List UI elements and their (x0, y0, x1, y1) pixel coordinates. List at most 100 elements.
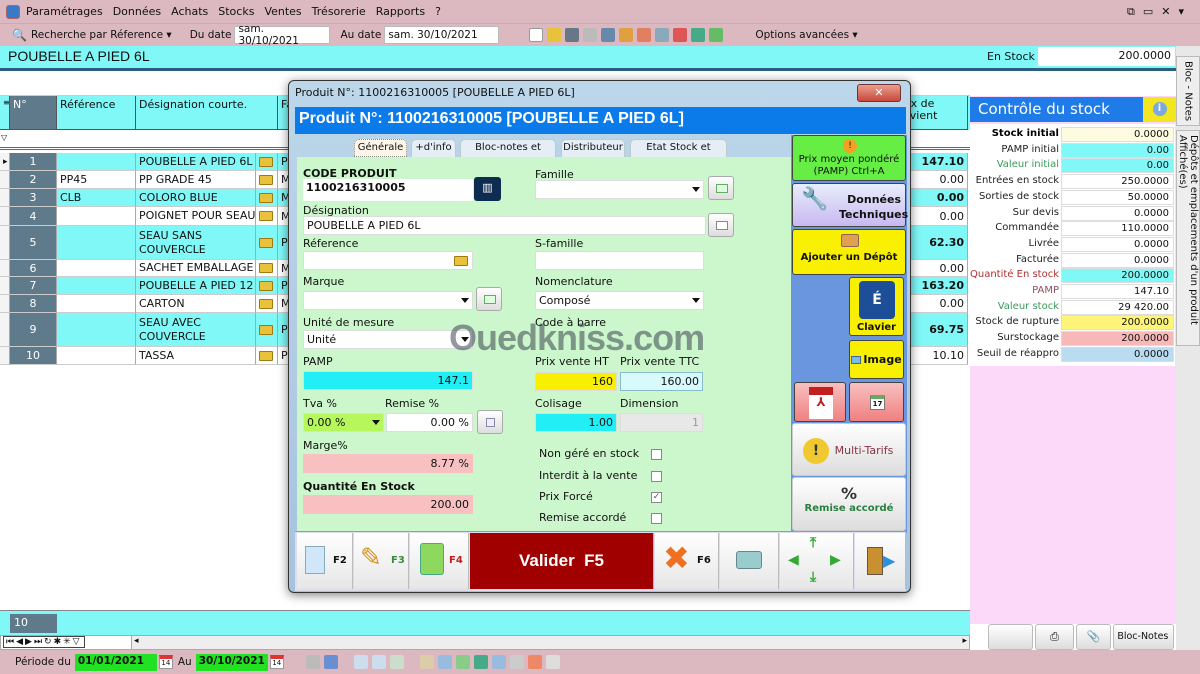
calculator-icon[interactable] (655, 28, 670, 42)
famille-select[interactable] (535, 180, 704, 199)
header-designation[interactable]: Désignation courte. (136, 96, 278, 130)
multi-tarifs-button[interactable]: ! Multi-Tarifs (792, 423, 906, 476)
donnees-techniques-button[interactable]: 🔧 Données Techniques (792, 183, 908, 227)
refresh-icon[interactable] (709, 28, 724, 42)
menu-stocks[interactable]: Stocks (218, 5, 254, 18)
marque-select[interactable] (303, 291, 473, 310)
tab-plus-info[interactable]: +d'info (411, 139, 456, 157)
reference-input[interactable] (303, 251, 473, 270)
interdit-checkbox[interactable] (651, 471, 662, 482)
tab-depots[interactable]: Dépôts et emplacements d'un produit Affi… (1176, 130, 1200, 346)
excel-icon[interactable] (473, 655, 488, 669)
folder-icon[interactable] (454, 256, 468, 266)
menu-ventes[interactable]: Ventes (264, 5, 301, 18)
horizontal-scrollbar[interactable]: ◂ ▸ (131, 636, 969, 649)
menu-achats[interactable]: Achats (171, 5, 208, 18)
advanced-options-dropdown[interactable]: Options avancées ▾ (755, 29, 857, 41)
dimension-input[interactable]: 1 (620, 413, 703, 432)
paste-icon[interactable] (419, 655, 434, 669)
menu-donnees[interactable]: Données (113, 5, 161, 18)
cancel-f6-button[interactable]: ✖ F6 (655, 533, 719, 589)
folder-icon[interactable] (259, 350, 273, 361)
calculator-button[interactable] (988, 624, 1033, 650)
save-icon[interactable] (323, 655, 338, 669)
folder-icon[interactable] (259, 174, 273, 185)
rows-icon[interactable] (371, 655, 386, 669)
last-record-icon[interactable]: ⤓ (810, 569, 816, 585)
nomenclature-select[interactable]: Composé (535, 291, 704, 310)
print-icon[interactable] (305, 655, 320, 669)
menu-rapports[interactable]: Rapports (376, 5, 425, 18)
pdf-button[interactable]: ⅄ (794, 382, 846, 422)
tools-icon[interactable] (601, 28, 616, 42)
print-button[interactable]: ⎙ (1034, 624, 1075, 650)
folder-icon[interactable] (259, 211, 273, 221)
delete-f4-button[interactable]: F4 (410, 533, 469, 589)
pdf-icon[interactable] (673, 28, 688, 42)
print-icon[interactable] (583, 28, 598, 42)
column-chooser-icon[interactable]: ≡ (0, 96, 10, 130)
print-button[interactable] (720, 533, 779, 589)
pvht-input[interactable]: 160 (535, 372, 617, 391)
columns-icon[interactable] (353, 655, 368, 669)
user-icon[interactable] (619, 28, 634, 42)
pvttc-input[interactable]: 160.00 (620, 372, 703, 391)
remise-input[interactable]: 0.00 % (386, 413, 473, 432)
image-button[interactable]: Image (849, 340, 904, 379)
menu-parametrages[interactable]: Paramétrages (26, 5, 103, 18)
sfamille-input[interactable] (535, 251, 704, 270)
folder-icon[interactable] (259, 298, 273, 309)
pamp-input[interactable]: 147.1 (303, 371, 473, 390)
award-icon[interactable] (527, 655, 542, 669)
code-input[interactable]: 1100216310005 (303, 179, 473, 201)
famille-list-button[interactable] (708, 176, 734, 200)
books-icon[interactable] (455, 655, 470, 669)
marge-input[interactable]: 8.77 % (303, 454, 473, 473)
ajouter-depot-button[interactable]: Ajouter un Dépôt (792, 229, 906, 275)
menu-tresorerie[interactable]: Trésorerie (312, 5, 366, 18)
record-navigation-buttons[interactable]: ⏮◀▶⏭↻✱✳▽ (3, 636, 85, 648)
close-button[interactable]: ✕ (857, 84, 901, 102)
unite-select[interactable]: Unité (303, 330, 473, 349)
info-icon[interactable]: i (1143, 97, 1176, 122)
from-date-input[interactable]: sam. 30/10/2021 (234, 23, 331, 47)
calendar-button[interactable]: 17 (849, 382, 904, 422)
list-icon[interactable] (545, 655, 560, 669)
new-icon[interactable] (529, 28, 544, 42)
attachment-button[interactable]: 📎 (1076, 624, 1112, 650)
qte-input[interactable]: 200.00 (303, 495, 473, 514)
tab-distributeur[interactable]: Distributeur (561, 139, 625, 157)
tab-bloc-notes[interactable]: Bloc - Notes (1176, 56, 1200, 126)
period-to-input[interactable]: 30/10/2021 (195, 653, 268, 671)
folder-icon[interactable] (259, 263, 273, 273)
header-no[interactable]: N° (10, 96, 57, 130)
remise-accorde-button[interactable]: % Remise accordé (792, 477, 906, 531)
bloc-notes-button[interactable]: Bloc-Notes (1113, 624, 1175, 650)
binoculars-icon[interactable] (565, 28, 580, 42)
windows-icon[interactable] (389, 655, 404, 669)
colisage-input[interactable]: 1.00 (535, 413, 617, 432)
barcode-icon[interactable]: ▥ (474, 177, 501, 201)
edit-f3-button[interactable]: ✎ F3 (354, 533, 409, 589)
menu-help[interactable]: ? (435, 5, 441, 18)
folder-icon[interactable] (259, 324, 273, 335)
calendar-icon[interactable]: 14 (269, 655, 284, 669)
remise-details-button[interactable] (477, 410, 503, 434)
search-mode-dropdown[interactable]: Recherche par Réference ▾ (31, 29, 172, 41)
tva-select[interactable]: 0.00 % (303, 413, 384, 432)
tab-etat-stock[interactable]: Etat Stock et Valeur (630, 139, 727, 169)
calendar-icon[interactable]: 14 (158, 655, 173, 669)
marque-list-button[interactable] (476, 287, 502, 311)
new-f2-button[interactable]: F2 (297, 533, 353, 589)
header-reference[interactable]: Référence (57, 96, 136, 130)
period-from-input[interactable]: 01/01/2021 (74, 653, 157, 671)
folder-icon[interactable] (259, 156, 273, 167)
phone-icon[interactable] (437, 655, 452, 669)
previous-record-icon[interactable]: ◀ (788, 552, 799, 568)
exit-button[interactable]: ▶ (855, 533, 906, 589)
clavier-button[interactable]: É Clavier (849, 277, 904, 336)
tab-generale[interactable]: Générale (354, 139, 407, 157)
next-record-icon[interactable]: ▶ (830, 552, 841, 568)
pamp-button[interactable]: ! Prix moyen pondéré (PAMP) Ctrl+A (792, 135, 906, 181)
folder-icon[interactable] (259, 280, 273, 291)
